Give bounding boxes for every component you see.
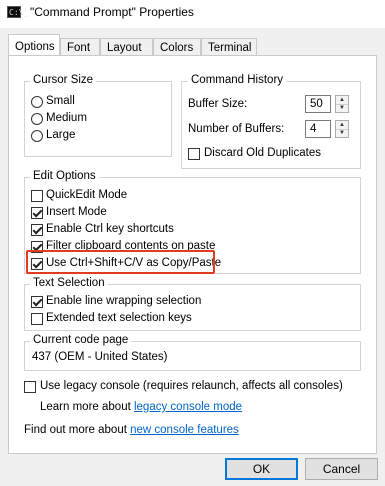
buffer-size-spinner[interactable]: ▲ ▼ xyxy=(335,95,349,113)
tab-layout[interactable]: Layout xyxy=(100,38,153,56)
radio-small[interactable] xyxy=(31,96,43,108)
legacy-console-mode-link[interactable]: legacy console mode xyxy=(134,401,242,413)
code-page-value: 437 (OEM - United States) xyxy=(32,351,168,363)
highlight-annotation xyxy=(26,250,215,274)
discard-duplicates-checkbox[interactable] xyxy=(188,148,200,160)
legacy-console-label[interactable]: Use legacy console (requires relaunch, a… xyxy=(40,380,343,392)
new-console-features-link[interactable]: new console features xyxy=(130,424,239,436)
extended-keys-checkbox[interactable] xyxy=(31,313,43,325)
radio-large-label[interactable]: Large xyxy=(46,129,75,141)
legacy-console-checkbox[interactable] xyxy=(24,381,36,393)
ctrl-shortcuts-checkbox[interactable] xyxy=(31,224,43,236)
line-wrap-label[interactable]: Enable line wrapping selection xyxy=(46,295,201,307)
quickedit-checkbox[interactable] xyxy=(31,190,43,202)
tab-options[interactable]: Options xyxy=(8,34,60,56)
radio-medium[interactable] xyxy=(31,113,43,125)
command-prompt-icon: C:\_ xyxy=(7,6,29,18)
edit-options-title: Edit Options xyxy=(30,170,99,182)
learn-more-prefix: Learn more about xyxy=(40,401,134,413)
spin-down-icon[interactable]: ▼ xyxy=(336,104,348,112)
insert-mode-checkbox[interactable] xyxy=(31,207,43,219)
find-out-more-text: Find out more about new console features xyxy=(24,424,239,436)
window-title: "Command Prompt" Properties xyxy=(30,5,194,19)
quickedit-label[interactable]: QuickEdit Mode xyxy=(46,189,127,201)
command-history-title: Command History xyxy=(188,74,287,86)
buffer-size-label: Buffer Size: xyxy=(188,98,248,110)
spin-down-icon[interactable]: ▼ xyxy=(336,129,348,137)
num-buffers-spinner[interactable]: ▲ ▼ xyxy=(335,120,349,138)
cursor-size-title: Cursor Size xyxy=(30,74,97,86)
learn-more-text: Learn more about legacy console mode xyxy=(40,401,242,413)
ok-button[interactable]: OK xyxy=(225,458,298,480)
line-wrap-checkbox[interactable] xyxy=(31,296,43,308)
num-buffers-input[interactable]: 4 xyxy=(305,120,331,138)
find-out-prefix: Find out more about xyxy=(24,424,131,436)
code-page-title: Current code page xyxy=(30,334,132,346)
text-selection-title: Text Selection xyxy=(30,277,108,289)
radio-large[interactable] xyxy=(31,130,43,142)
extended-keys-label[interactable]: Extended text selection keys xyxy=(46,312,192,324)
cancel-button[interactable]: Cancel xyxy=(305,458,378,480)
ctrl-shortcuts-label[interactable]: Enable Ctrl key shortcuts xyxy=(46,223,174,235)
tab-font[interactable]: Font xyxy=(60,38,100,56)
radio-medium-label[interactable]: Medium xyxy=(46,112,87,124)
insert-mode-label[interactable]: Insert Mode xyxy=(46,206,107,218)
discard-duplicates-label[interactable]: Discard Old Duplicates xyxy=(204,147,321,159)
tab-colors[interactable]: Colors xyxy=(153,38,201,56)
tab-terminal[interactable]: Terminal xyxy=(201,38,257,56)
num-buffers-label: Number of Buffers: xyxy=(188,123,285,135)
radio-small-label[interactable]: Small xyxy=(46,95,75,107)
buffer-size-input[interactable]: 50 xyxy=(305,95,331,113)
